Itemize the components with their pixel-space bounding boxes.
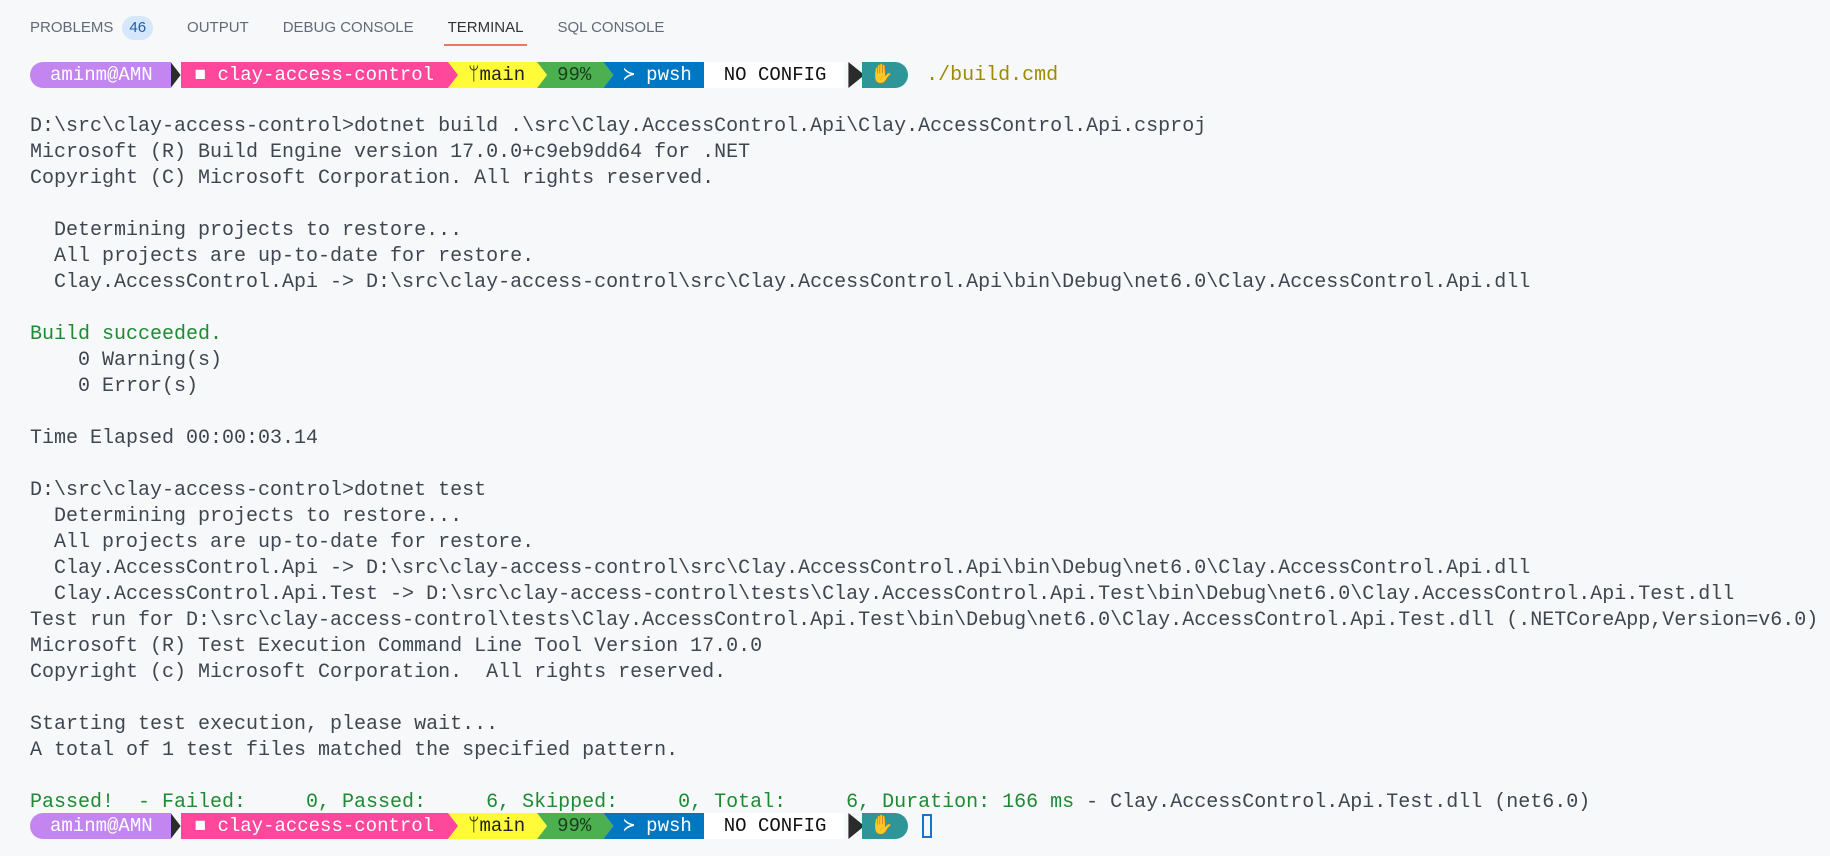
output-line: Copyright (C) Microsoft Corporation. All… [30, 167, 715, 190]
prompt-shell: ≻ pwsh [603, 62, 713, 88]
terminal-cursor [922, 814, 933, 838]
path-text: clay-access-control [217, 815, 435, 837]
problems-count-badge: 46 [122, 16, 154, 40]
tab-label: PROBLEMS [30, 19, 114, 36]
prompt-separator [170, 62, 181, 88]
output-line: Microsoft (R) Test Execution Command Lin… [30, 635, 763, 658]
terminal-icon: ≻ [623, 815, 635, 837]
output-line: All projects are up-to-date for restore. [30, 531, 535, 554]
test-summary-status: Passed! - Failed: 0, Passed: 6, Skipped:… [30, 791, 1075, 814]
prompt-user: aminm@AMN [30, 62, 171, 88]
folder-icon: ■ [194, 64, 207, 86]
output-line: D:\src\clay-access-control>dotnet test [30, 479, 487, 502]
command-text: ./build.cmd [926, 63, 1059, 87]
test-summary-assembly: - Clay.AccessControl.Api.Test.dll (net6.… [1074, 791, 1591, 814]
output-line: Clay.AccessControl.Api -> D:\src\clay-ac… [30, 271, 1531, 294]
output-line: Build succeeded. [30, 323, 223, 346]
shell-text: pwsh [646, 64, 692, 86]
path-text: clay-access-control [217, 64, 435, 86]
prompt-user: aminm@AMN [30, 813, 171, 839]
output-line: D:\src\clay-access-control>dotnet build … [30, 115, 1207, 138]
prompt-battery: 99% [537, 813, 613, 839]
tab-debug-console[interactable]: DEBUG CONSOLE [283, 13, 414, 43]
prompt-git-branch: ᛘmain [448, 62, 547, 88]
shell-text: pwsh [646, 815, 692, 837]
output-line: Microsoft (R) Build Engine version 17.0.… [30, 141, 751, 164]
hand-icon: ✋ [862, 813, 909, 839]
folder-icon: ■ [194, 815, 207, 837]
terminal-icon: ≻ [623, 64, 635, 86]
prompt-battery: 99% [537, 62, 613, 88]
output-line: Determining projects to restore... [30, 505, 463, 528]
git-branch-icon: ᛘ [468, 64, 480, 86]
output-line: Time Elapsed 00:00:03.14 [30, 427, 319, 450]
prompt-path: ■ clay-access-control [181, 62, 458, 88]
output-line: A total of 1 test files matched the spec… [30, 739, 679, 762]
output-line: Starting test execution, please wait... [30, 713, 499, 736]
prompt-line-current: aminm@AMN ■ clay-access-control ᛘmain 99… [30, 813, 933, 839]
output-line: Test run for D:\src\clay-access-control\… [30, 609, 1819, 632]
prompt-path: ■ clay-access-control [181, 813, 458, 839]
output-line: Determining projects to restore... [30, 219, 463, 242]
prompt-separator [170, 813, 181, 839]
output-line: Clay.AccessControl.Api -> D:\src\clay-ac… [30, 557, 1531, 580]
git-branch-icon: ᛘ [468, 815, 480, 837]
output-line: Copyright (c) Microsoft Corporation. All… [30, 661, 727, 684]
panel-tabs: PROBLEMS 46 OUTPUT DEBUG CONSOLE TERMINAL… [30, 12, 698, 46]
tab-output[interactable]: OUTPUT [187, 13, 249, 43]
output-line: 0 Error(s) [30, 375, 199, 398]
branch-text: main [479, 64, 526, 86]
prompt-config: NO CONFIG [703, 813, 845, 839]
prompt-config: NO CONFIG [703, 62, 845, 88]
tab-problems[interactable]: PROBLEMS 46 [30, 13, 154, 43]
terminal-output[interactable]: D:\src\clay-access-control>dotnet build … [30, 114, 1818, 816]
output-line: 0 Warning(s) [30, 349, 223, 372]
prompt-shell: ≻ pwsh [603, 813, 713, 839]
output-line: Clay.AccessControl.Api.Test -> D:\src\cl… [30, 583, 1735, 606]
hand-icon: ✋ [862, 62, 909, 88]
output-line: All projects are up-to-date for restore. [30, 245, 535, 268]
branch-text: main [479, 815, 526, 837]
prompt-git-branch: ᛘmain [448, 813, 547, 839]
prompt-line: aminm@AMN ■ clay-access-control ᛘmain 99… [30, 62, 1058, 88]
tab-sql-console[interactable]: SQL CONSOLE [557, 13, 664, 43]
tab-terminal[interactable]: TERMINAL [443, 13, 528, 46]
